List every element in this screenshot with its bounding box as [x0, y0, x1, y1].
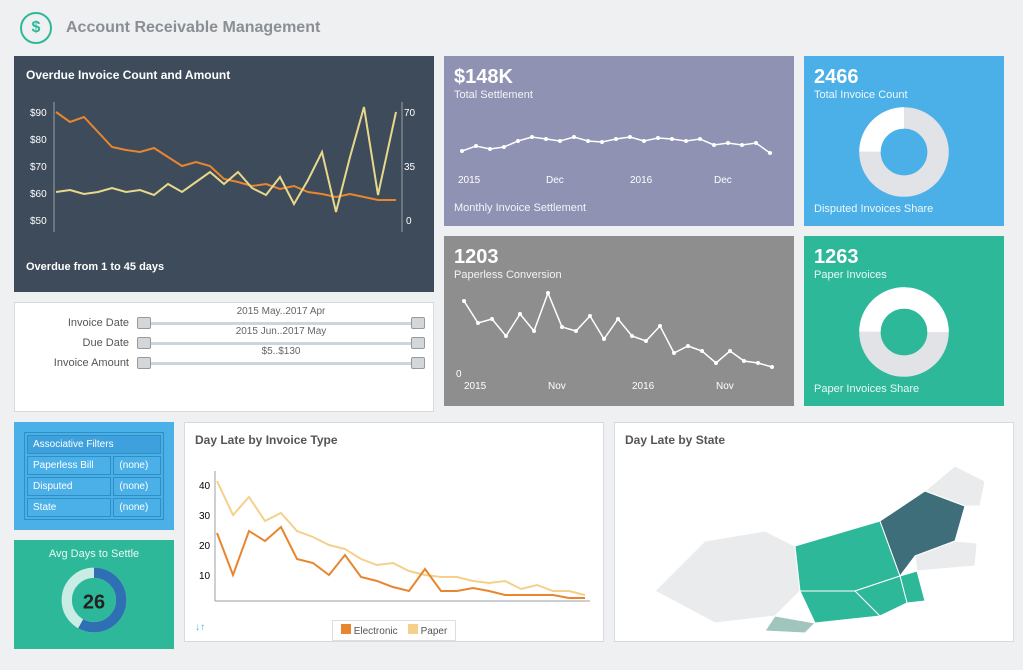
settlement-chart[interactable]: 2015 Dec 2016 Dec: [454, 101, 784, 197]
filter-val: (none): [113, 498, 161, 517]
filter-key: Disputed: [27, 477, 111, 496]
svg-text:30: 30: [199, 511, 211, 522]
paperless-chart[interactable]: 0 2015 Nov 2016 Nov: [454, 281, 784, 397]
paper-donut-label: Paper Invoices Share: [814, 383, 994, 395]
svg-text:0: 0: [406, 216, 412, 227]
filters-card: Associative Filters Paperless Bill(none)…: [14, 422, 174, 530]
invoice-amount-range: $5..$130: [262, 346, 301, 357]
overdue-subtitle: Overdue from 1 to 45 days: [26, 261, 422, 273]
settlement-value: $148K: [454, 66, 784, 89]
settlement-label: Total Settlement: [454, 89, 784, 101]
avg-days-value: 26: [83, 591, 105, 614]
filter-val: (none): [113, 477, 161, 496]
filter-sliders-card: Invoice Date 2015 May..2017 Apr Due Date…: [14, 302, 434, 412]
legend-electronic: Electronic: [354, 626, 398, 637]
header: $ Account Receivable Management: [0, 0, 1023, 56]
invoice-amount-slider[interactable]: $5..$130: [143, 362, 419, 365]
day-late-type-card: Day Late by Invoice Type 10 20 30 40 Electr…: [184, 422, 604, 642]
paper-invoices-card: 1263 Paper Invoices Paper Invoices Share: [804, 236, 1004, 406]
svg-text:2015: 2015: [464, 381, 487, 392]
overdue-chart[interactable]: $50 $60 $70 $80 $90 0 35 70: [26, 82, 422, 252]
invoice-date-slider[interactable]: 2015 May..2017 Apr: [143, 322, 419, 325]
avg-days-card: Avg Days to Settle 26: [14, 540, 174, 649]
settlement-card: $148K Total Settlement 2015 Dec 2016 Dec Mo…: [444, 56, 794, 226]
svg-text:10: 10: [199, 571, 211, 582]
day-late-state-card: Day Late by State: [614, 422, 1014, 642]
total-invoice-card: 2466 Total Invoice Count Disputed Invoic…: [804, 56, 1004, 226]
svg-text:35: 35: [404, 162, 416, 173]
svg-text:$90: $90: [30, 108, 47, 119]
svg-text:$70: $70: [30, 162, 47, 173]
total-invoice-label: Total Invoice Count: [814, 89, 994, 101]
invoice-amount-label: Invoice Amount: [29, 357, 129, 369]
due-date-label: Due Date: [29, 337, 129, 349]
invoice-date-range: 2015 May..2017 Apr: [237, 306, 326, 317]
day-late-type-legend: Electronic Paper: [332, 620, 457, 641]
day-late-type-title: Day Late by Invoice Type: [195, 433, 593, 447]
due-date-range: 2015 Jun..2017 May: [236, 326, 327, 337]
disputed-donut-label: Disputed Invoices Share: [814, 203, 994, 215]
settlement-chart-label: Monthly Invoice Settlement: [454, 202, 784, 214]
paper-donut[interactable]: [859, 287, 949, 377]
svg-text:0: 0: [456, 369, 462, 380]
paperless-label: Paperless Conversion: [454, 269, 784, 281]
filters-title: Associative Filters: [27, 435, 161, 454]
paper-invoices-label: Paper Invoices: [814, 269, 994, 281]
filter-key: Paperless Bill: [27, 456, 111, 475]
legend-paper: Paper: [421, 626, 448, 637]
svg-text:Dec: Dec: [546, 175, 564, 186]
filter-row[interactable]: Disputed(none): [27, 477, 161, 496]
day-late-state-map[interactable]: [625, 451, 1005, 635]
svg-text:$80: $80: [30, 135, 47, 146]
sort-icon[interactable]: ↓↑: [195, 622, 205, 633]
invoice-date-label: Invoice Date: [29, 317, 129, 329]
overdue-card: Overdue Invoice Count and Amount $50$60$…: [14, 56, 434, 292]
svg-text:2015: 2015: [458, 175, 481, 186]
paperless-value: 1203: [454, 246, 784, 269]
total-invoice-value: 2466: [814, 66, 994, 89]
svg-text:70: 70: [404, 108, 416, 119]
svg-text:40: 40: [199, 481, 211, 492]
paper-invoices-value: 1263: [814, 246, 994, 269]
overdue-title: Overdue Invoice Count and Amount: [26, 68, 422, 82]
svg-text:$60: $60: [30, 189, 47, 200]
filter-row[interactable]: Paperless Bill(none): [27, 456, 161, 475]
filter-key: State: [27, 498, 111, 517]
filter-val: (none): [113, 456, 161, 475]
svg-text:Nov: Nov: [716, 381, 734, 392]
paperless-card: 1203 Paperless Conversion 0 2015 Nov 2016 N…: [444, 236, 794, 406]
due-date-slider[interactable]: 2015 Jun..2017 May: [143, 342, 419, 345]
svg-text:20: 20: [199, 541, 211, 552]
svg-text:2016: 2016: [630, 175, 653, 186]
filter-row[interactable]: State(none): [27, 498, 161, 517]
day-late-state-title: Day Late by State: [625, 433, 1003, 447]
legend-swatch-electronic-icon: [341, 624, 351, 634]
svg-text:Nov: Nov: [548, 381, 566, 392]
avg-days-label: Avg Days to Settle: [22, 548, 166, 560]
svg-text:$50: $50: [30, 216, 47, 227]
day-late-type-chart[interactable]: 10 20 30 40: [195, 451, 593, 611]
page-title: Account Receivable Management: [66, 19, 320, 37]
legend-swatch-paper-icon: [408, 624, 418, 634]
svg-text:2016: 2016: [632, 381, 655, 392]
disputed-donut[interactable]: [859, 107, 949, 197]
dollar-logo-icon: $: [20, 12, 52, 44]
svg-text:Dec: Dec: [714, 175, 732, 186]
